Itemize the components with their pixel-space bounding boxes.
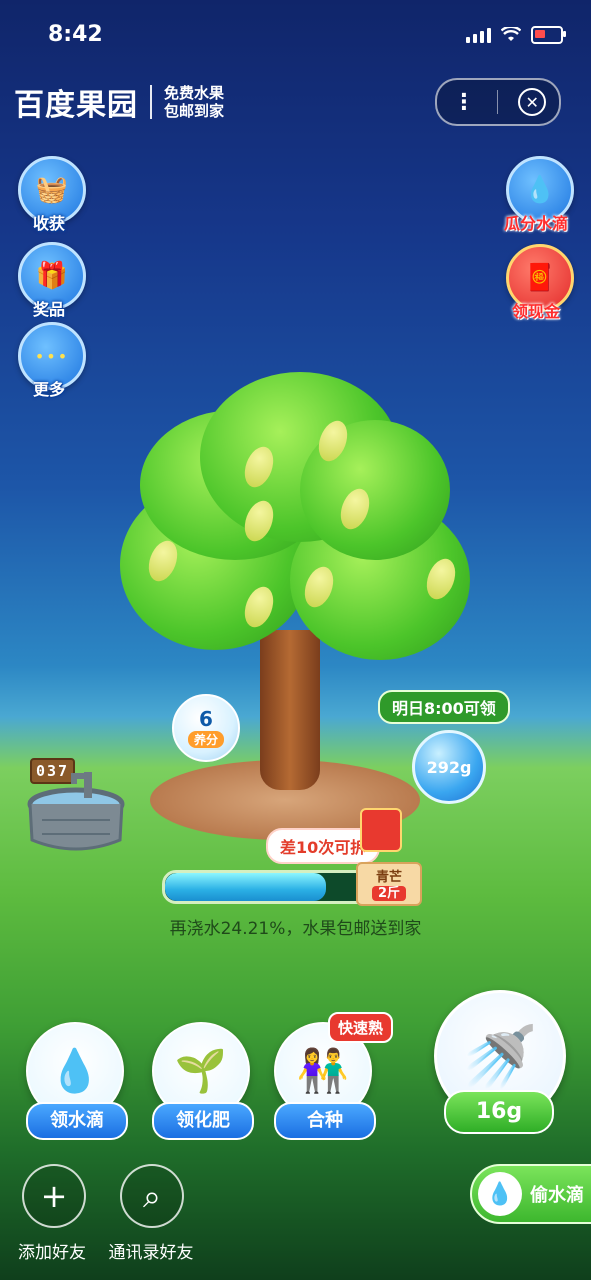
side-menu-label: 奖品 xyxy=(32,300,65,319)
water-well[interactable] xyxy=(22,770,130,854)
red-envelope-icon[interactable] xyxy=(360,808,402,852)
plus-icon: + xyxy=(22,1164,86,1228)
bottle-amount: 292g xyxy=(426,757,472,777)
side-menu-label: 收获 xyxy=(32,214,65,233)
nutrient-label: 养分 xyxy=(187,730,224,748)
close-button[interactable]: ✕ xyxy=(512,82,552,122)
miniapp-capsule: ⋮ ✕ xyxy=(435,78,561,126)
battery-icon xyxy=(531,26,566,44)
contacts-friend-button[interactable]: ⌕ 通讯录好友 xyxy=(109,1164,207,1263)
progress-hint: 再浇水24.21%，水果包邮送到家 xyxy=(169,919,422,939)
action-get-water[interactable]: 💧 领水滴 xyxy=(26,1022,128,1140)
fast-ripen-badge: 快速熟 xyxy=(328,1012,394,1043)
app-title: 百度果园 xyxy=(14,88,138,123)
app-header: 百度果园 免费水果 包邮到家 xyxy=(14,80,224,124)
nutrient-bubble[interactable]: 6 养分 xyxy=(172,694,240,762)
status-time: 8:42 xyxy=(48,22,103,47)
side-menu-more[interactable]: ••• 更多 xyxy=(18,322,89,400)
side-menu-cash[interactable]: 🧧 领现金 xyxy=(502,244,576,322)
side-menu-water-split[interactable]: 💧 瓜分水滴 xyxy=(502,156,576,234)
signal-icon xyxy=(466,27,491,43)
tree-trunk xyxy=(260,630,320,790)
steal-water-icon: 💧 xyxy=(478,1172,522,1216)
watering-can-icon: 🚿 xyxy=(462,1021,538,1092)
water-bottle[interactable]: 292g xyxy=(412,730,486,804)
growth-progress-bar xyxy=(162,870,380,904)
app-slogan: 免费水果 包邮到家 xyxy=(164,84,224,120)
status-bar: 8:42 xyxy=(0,0,591,70)
steal-water-button[interactable]: 💧 偷水滴 xyxy=(470,1164,591,1224)
nutrient-value: 6 xyxy=(199,706,213,731)
close-icon: ✕ xyxy=(518,88,547,116)
fruit-weight: 2斤 xyxy=(372,886,406,901)
add-friend-label: 添加好友 xyxy=(18,1243,86,1263)
fruit-name: 青芒 xyxy=(375,870,402,885)
side-menu-label: 领现金 xyxy=(511,302,560,321)
search-icon: ⌕ xyxy=(120,1164,184,1228)
action-label: 领水滴 xyxy=(26,1102,128,1140)
title-divider xyxy=(150,85,152,119)
slogan-line-2: 包邮到家 xyxy=(164,102,225,120)
status-icons xyxy=(466,26,566,44)
action-label: 领化肥 xyxy=(152,1102,254,1140)
claim-tip-bubble: 明日8:00可领 xyxy=(378,690,510,724)
vertical-dots-icon: ⋮ xyxy=(452,89,475,115)
side-menu-prize[interactable]: 🎁 奖品 xyxy=(18,242,89,320)
side-menu-harvest[interactable]: 🧺 收获 xyxy=(18,156,89,234)
water-amount-badge[interactable]: 16g xyxy=(444,1090,554,1134)
well-icon xyxy=(27,772,125,851)
slogan-line-1: 免费水果 xyxy=(164,84,225,102)
more-options-button[interactable]: ⋮ xyxy=(444,82,484,122)
action-label: 合种 xyxy=(274,1102,376,1140)
action-get-fertilizer[interactable]: 🌱 领化肥 xyxy=(152,1022,254,1140)
capsule-divider xyxy=(497,90,499,114)
side-menu-label: 瓜分水滴 xyxy=(503,214,568,233)
fruit-box[interactable]: 青芒 2斤 xyxy=(356,862,422,906)
growth-progress-fill xyxy=(165,873,326,901)
steal-water-label: 偷水滴 xyxy=(530,1185,584,1206)
side-menu-label: 更多 xyxy=(32,380,65,399)
wifi-icon xyxy=(501,27,521,41)
contacts-friend-label: 通讯录好友 xyxy=(108,1243,194,1263)
